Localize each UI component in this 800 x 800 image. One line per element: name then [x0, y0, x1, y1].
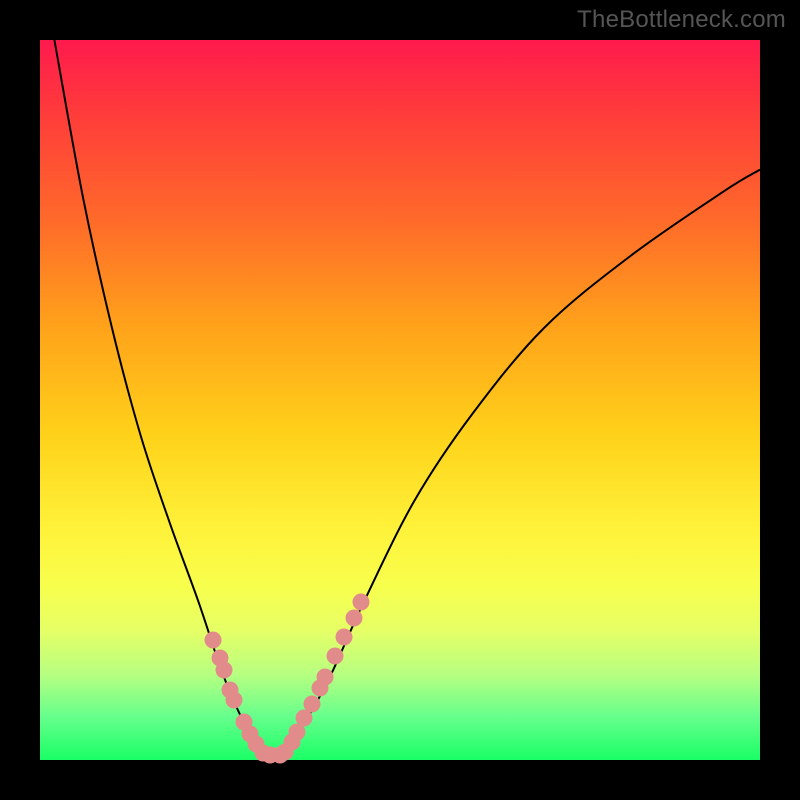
data-marker: [317, 669, 334, 686]
data-marker: [353, 594, 370, 611]
watermark-text: TheBottleneck.com: [577, 6, 786, 34]
plot-area: [40, 40, 760, 760]
data-marker: [296, 710, 313, 727]
data-marker: [204, 631, 221, 648]
data-marker: [335, 628, 352, 645]
curve-svg: [40, 40, 760, 760]
data-marker: [226, 692, 243, 709]
data-marker: [327, 648, 344, 665]
curve-left-branch: [54, 40, 270, 756]
data-marker: [304, 695, 321, 712]
curve-right-branch: [270, 170, 760, 757]
data-marker: [215, 662, 232, 679]
data-marker: [345, 610, 362, 627]
chart-frame: TheBottleneck.com: [0, 0, 800, 800]
